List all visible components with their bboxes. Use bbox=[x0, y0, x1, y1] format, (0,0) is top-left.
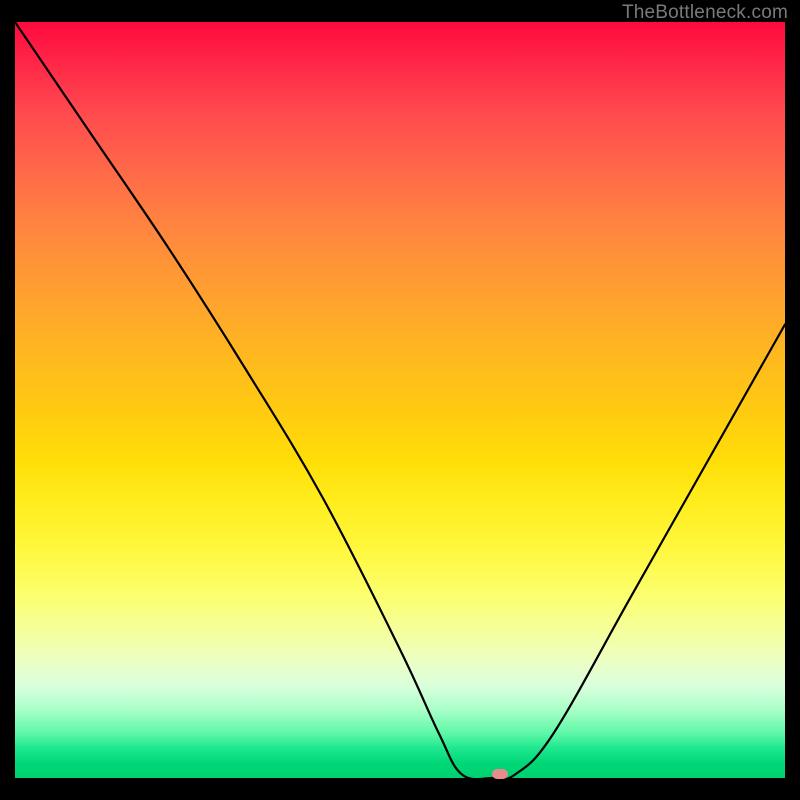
plot-area bbox=[15, 22, 785, 778]
bottleneck-curve-svg bbox=[15, 22, 785, 778]
watermark-text: TheBottleneck.com bbox=[622, 2, 788, 24]
chart-container: TheBottleneck.com bbox=[0, 0, 800, 800]
bottleneck-curve-line bbox=[15, 22, 785, 778]
optimal-point-marker bbox=[492, 769, 508, 779]
